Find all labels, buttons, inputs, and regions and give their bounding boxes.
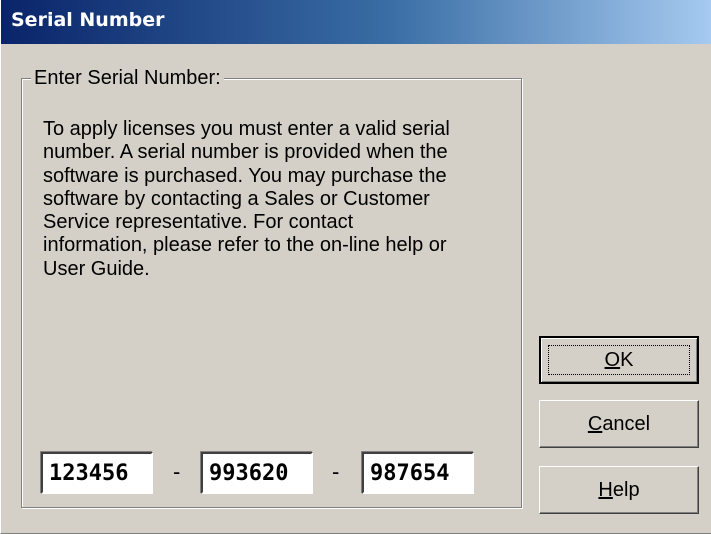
cancel-button-label: Cancel: [588, 413, 650, 436]
serial-number-dialog: Serial Number Enter Serial Number: To ap…: [0, 0, 711, 534]
serial-part-1-input[interactable]: [41, 452, 153, 494]
help-mnemonic: H: [598, 478, 613, 501]
serial-part-3-input[interactable]: [362, 452, 474, 494]
cancel-mnemonic: C: [587, 412, 603, 435]
ok-mnemonic: O: [604, 348, 621, 371]
serial-part-2-input[interactable]: [201, 452, 313, 494]
window-title: Serial Number: [11, 9, 165, 31]
help-button-label: Help: [598, 479, 639, 502]
title-bar[interactable]: Serial Number: [1, 0, 711, 44]
ok-label-rest: K: [620, 348, 634, 371]
serial-separator-1: -: [173, 459, 181, 484]
serial-separator-2: -: [332, 459, 340, 484]
cancel-button[interactable]: Cancel: [539, 400, 699, 448]
instructions-text: To apply licenses you must enter a valid…: [43, 118, 450, 280]
groupbox-legend: Enter Serial Number:: [31, 65, 224, 91]
ok-button-label: OK: [605, 349, 634, 372]
help-button[interactable]: Help: [539, 466, 699, 514]
ok-button[interactable]: OK: [539, 336, 699, 384]
help-label-rest: elp: [612, 478, 640, 501]
cancel-label-rest: ancel: [602, 412, 651, 435]
